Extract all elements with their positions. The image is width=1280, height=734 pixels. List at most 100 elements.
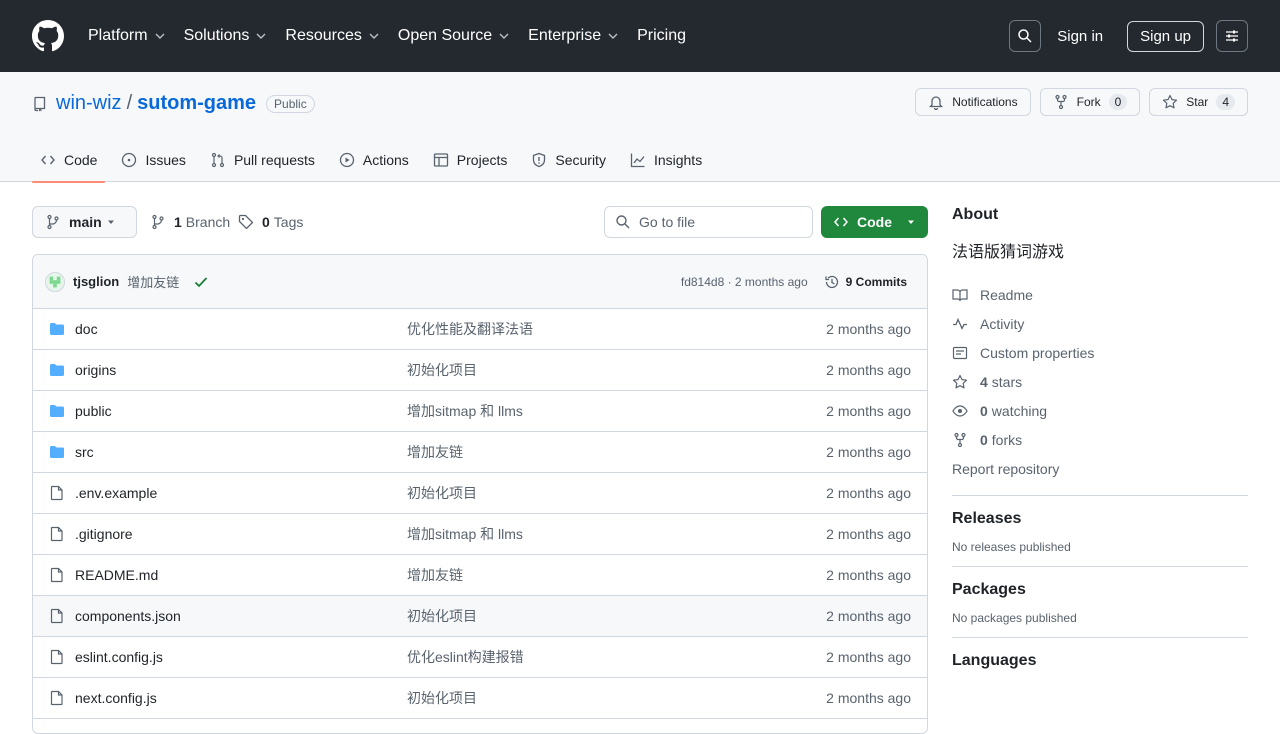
file-row[interactable]: README.md 增加友链 2 months ago [33,555,927,596]
file-name-link[interactable]: components.json [75,608,407,624]
menu-button[interactable] [1216,20,1248,52]
file-commit-message[interactable]: 初始化项目 [407,483,826,503]
tab-projects[interactable]: Projects [425,138,516,182]
watching-count: 0 [980,402,988,419]
file-commit-message[interactable]: 增加友链 [407,565,826,585]
file-row[interactable]: next.config.js 初始化项目 2 months ago [33,678,927,719]
go-to-file-input[interactable]: Go to file [604,206,813,238]
history-icon [824,275,838,288]
file-row[interactable]: src 增加友链 2 months ago [33,432,927,473]
fork-button[interactable]: Fork 0 [1039,88,1141,116]
repo-icon [34,96,46,111]
stars-link[interactable]: 4 stars [952,367,1248,396]
star-button[interactable]: Star 4 [1149,88,1248,116]
branches-count: 1 [174,214,182,230]
branches-link[interactable]: 1 Branch [150,206,230,238]
file-row[interactable]: .gitignore 增加sitmap 和 llms 2 months ago [33,514,927,555]
file-name-link[interactable]: public [75,403,407,419]
issue-icon [122,152,137,168]
tab-code[interactable]: Code [32,138,106,183]
file-name-link[interactable]: .gitignore [75,526,407,542]
star-label: Star [1186,95,1209,109]
file-row[interactable]: .env.example 初始化项目 2 months ago [33,473,927,514]
code-dropdown-button[interactable]: Code [821,206,928,238]
file-commit-message[interactable]: 优化eslint构建报错 [407,647,826,667]
tags-link[interactable]: 0 Tags [238,206,303,238]
file-name-link[interactable]: next.config.js [75,690,407,706]
global-header: Platform Solutions Resources Open Source… [0,0,1280,72]
search-button[interactable] [1009,20,1042,52]
sign-in-link[interactable]: Sign in [1057,28,1103,45]
path-separator: / [126,92,133,114]
tab-label: Projects [456,152,508,168]
github-logo-icon[interactable] [32,20,64,52]
tab-issues[interactable]: Issues [113,138,193,182]
languages-heading: Languages [952,652,1037,669]
file-name-link[interactable]: src [75,444,407,460]
file-name-link[interactable]: README.md [75,567,407,583]
file-row[interactable]: eslint.config.js 优化eslint构建报错 2 months a… [33,637,927,678]
repo-tabs: Code Issues Pull requests Actions Projec… [32,138,718,183]
repo-name-link[interactable]: sutom-game [137,92,256,115]
nav-enterprise[interactable]: Enterprise [528,27,619,45]
commit-message-link[interactable]: 增加友链 [127,272,179,291]
graph-icon [630,153,645,168]
file-name-link[interactable]: .env.example [75,485,407,501]
repo-owner-link[interactable]: win-wiz [56,92,122,115]
tab-label: Insights [653,152,703,168]
file-commit-message[interactable]: 优化性能及翻译法语 [407,319,826,339]
tab-pull-requests[interactable]: Pull requests [202,138,323,182]
file-name-link[interactable]: origins [75,362,407,378]
tab-label: Issues [145,152,186,168]
file-commit-message[interactable]: 增加sitmap 和 llms [407,524,826,544]
nav-solutions[interactable]: Solutions [184,27,268,45]
check-icon[interactable] [193,274,209,290]
watching-link[interactable]: 0 watching [952,396,1248,425]
file-commit-message[interactable]: 增加sitmap 和 llms [407,401,826,421]
file-commit-message[interactable]: 初始化项目 [407,360,826,380]
custom-properties-link[interactable]: Custom properties [952,338,1248,367]
activity-label: Activity [980,315,1025,332]
file-commit-message[interactable]: 初始化项目 [407,688,826,708]
file-row[interactable]: origins 初始化项目 2 months ago [33,350,927,391]
file-name-link[interactable]: doc [75,321,407,337]
git-branch-icon [152,214,164,230]
header-actions: Sign in Sign up [1009,20,1248,52]
nav-platform[interactable]: Platform [88,27,166,45]
folder-icon [49,362,65,378]
file-date: 2 months ago [826,526,911,542]
tab-actions[interactable]: Actions [331,138,417,182]
report-repository-link[interactable]: Report repository [952,454,1248,483]
readme-link[interactable]: Readme [952,280,1248,309]
file-name-link[interactable]: eslint.config.js [75,649,407,665]
file-commit-message[interactable]: 初始化项目 [407,606,826,626]
eye-icon [952,404,968,417]
bell-icon [929,96,944,110]
branch-select-button[interactable]: main [32,206,137,238]
file-row[interactable]: public 增加sitmap 和 llms 2 months ago [33,391,927,432]
avatar[interactable] [45,271,65,292]
tab-insights[interactable]: Insights [622,138,710,182]
file-date: 2 months ago [826,649,911,665]
forks-link[interactable]: 0 forks [952,425,1248,454]
commit-author-link[interactable]: tjsglion [73,274,119,289]
chevron-down-icon [498,30,510,42]
notifications-button[interactable]: Notifications [915,88,1031,116]
identicon-icon [49,276,61,287]
file-row[interactable]: components.json 初始化项目 2 months ago [33,596,927,637]
file-row[interactable]: doc 优化性能及翻译法语 2 months ago [33,309,927,350]
sign-up-button[interactable]: Sign up [1127,20,1204,52]
commits-link[interactable]: 9 Commits [824,274,907,290]
commit-hash-link[interactable]: fd814d8 · 2 months ago [681,275,808,289]
nav-label: Platform [88,27,148,44]
file-commit-message[interactable]: 增加友链 [407,442,826,462]
nav-resources[interactable]: Resources [285,27,379,45]
nav-pricing[interactable]: Pricing [637,27,686,45]
activity-link[interactable]: Activity [952,309,1248,338]
packages-heading[interactable]: Packages [952,581,1248,599]
nav-label: Enterprise [528,27,602,44]
nav-open-source[interactable]: Open Source [398,27,510,45]
releases-heading[interactable]: Releases [952,510,1248,528]
table-icon [433,153,448,167]
tab-security[interactable]: Security [523,138,614,182]
